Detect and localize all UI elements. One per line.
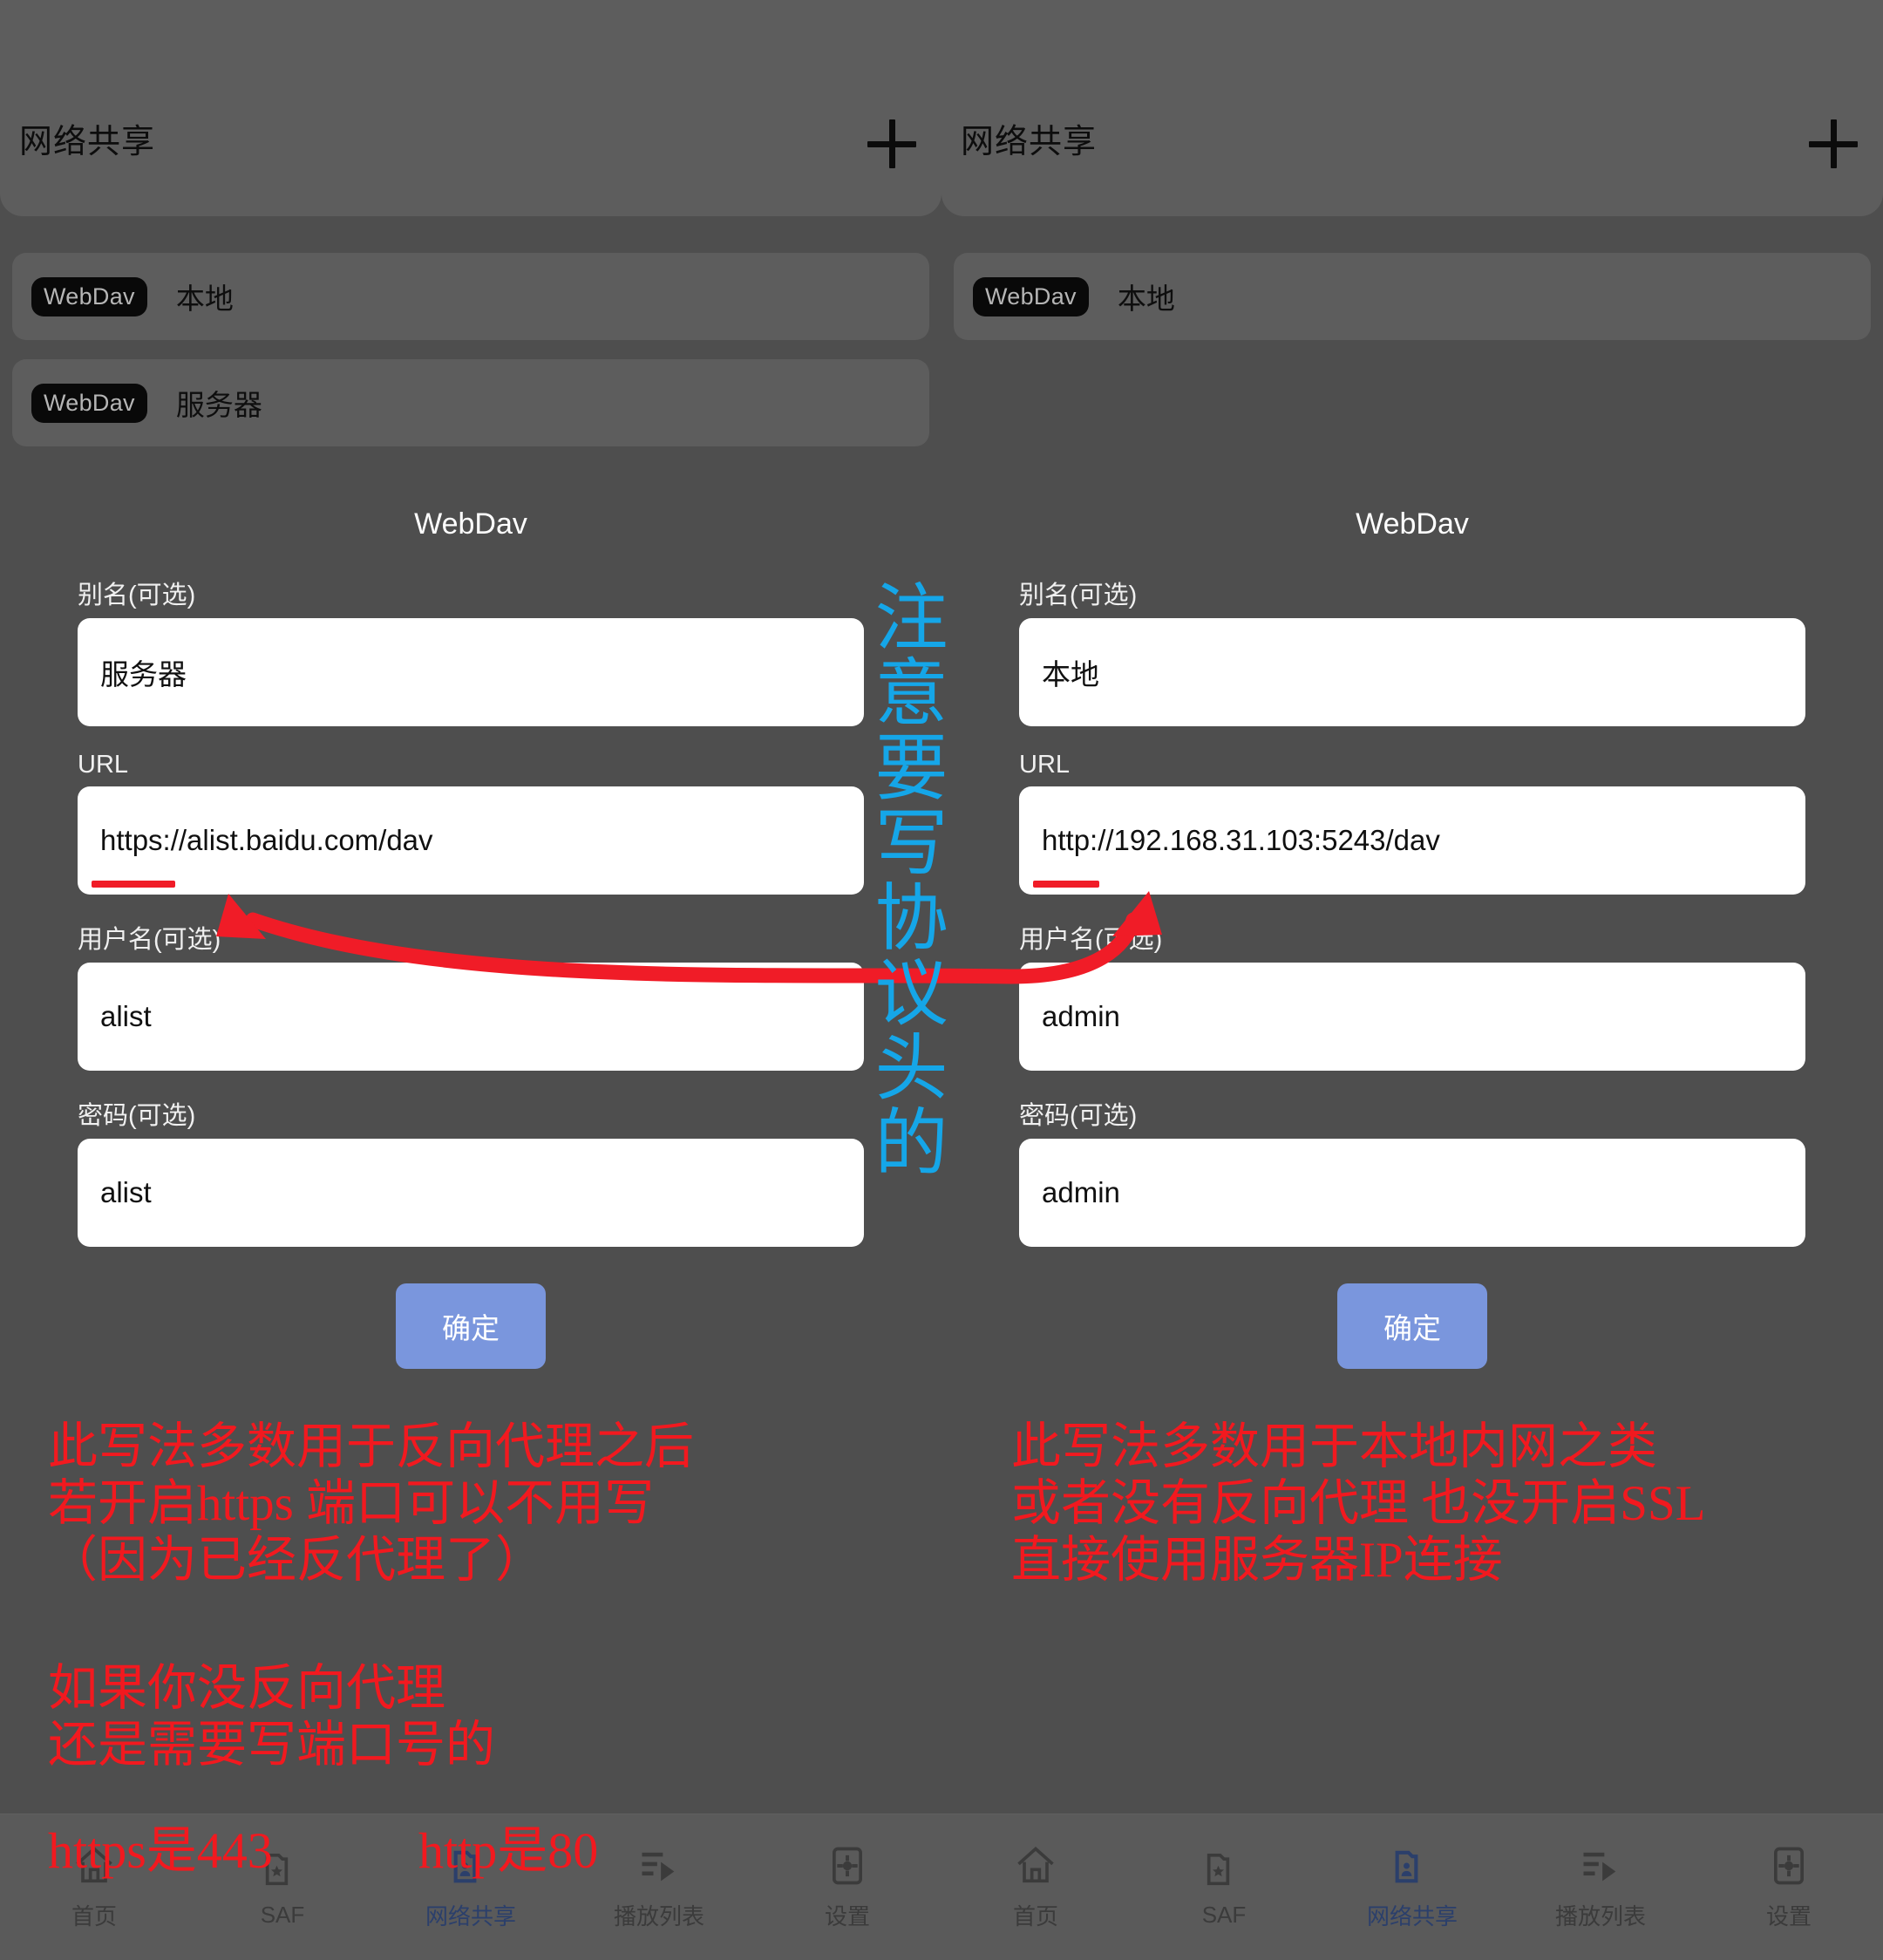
url-value: https://alist.baidu.com/dav bbox=[100, 824, 433, 856]
nav-label: 播放列表 bbox=[1554, 1903, 1646, 1929]
page-title: 网络共享 bbox=[961, 124, 1098, 160]
nav-item-saf[interactable]: SAF bbox=[1130, 1846, 1318, 1929]
share-list: WebDav 本地 WebDav 服务器 bbox=[0, 253, 942, 466]
bottom-navigation: 首页 SAF 网络共享 播放列表 设置 bbox=[942, 1814, 1883, 1960]
nav-item-home[interactable]: 首页 bbox=[942, 1843, 1130, 1931]
confirm-row: 确定 bbox=[942, 1283, 1883, 1369]
field-label: URL bbox=[78, 751, 129, 779]
list-item[interactable]: WebDav 服务器 bbox=[12, 359, 929, 446]
webdav-form: WebDav 别名(可选) 服务器 URL https://alist.baid… bbox=[0, 507, 942, 1369]
password-input[interactable]: alist bbox=[78, 1139, 864, 1247]
webdav-form: WebDav 别名(可选) 本地 URL http://192.168.31.1… bbox=[942, 507, 1883, 1369]
field-username: 用户名(可选) admin bbox=[1019, 919, 1805, 1071]
nav-item-playlist[interactable]: 播放列表 bbox=[565, 1843, 753, 1931]
field-alias: 别名(可选) 服务器 bbox=[78, 575, 864, 726]
bottom-navigation: 首页 SAF 网络共享 播放列表 设置 bbox=[0, 1814, 942, 1960]
field-url: URL http://192.168.31.103:5243/dav bbox=[1019, 751, 1805, 895]
nav-item-network-share[interactable]: 网络共享 bbox=[1318, 1843, 1506, 1931]
share-name: 本地 bbox=[175, 282, 234, 315]
field-label: 用户名(可选) bbox=[78, 926, 221, 954]
nav-item-playlist[interactable]: 播放列表 bbox=[1506, 1843, 1695, 1931]
left-screen: 网络共享 WebDav 本地 WebDav 服务器 WebDav 别名(可选) … bbox=[0, 0, 942, 1960]
alias-input[interactable]: 本地 bbox=[1019, 618, 1805, 726]
folder-user-icon bbox=[453, 1850, 477, 1883]
confirm-row: 确定 bbox=[0, 1283, 942, 1369]
form-title: WebDav bbox=[1356, 507, 1469, 541]
nav-item-saf[interactable]: SAF bbox=[188, 1846, 377, 1929]
password-input[interactable]: admin bbox=[1019, 1139, 1805, 1247]
nav-item-network-share[interactable]: 网络共享 bbox=[377, 1843, 565, 1931]
url-input[interactable]: https://alist.baidu.com/dav bbox=[78, 786, 864, 895]
folder-star-icon bbox=[265, 1853, 289, 1886]
confirm-button[interactable]: 确定 bbox=[1337, 1283, 1487, 1369]
nav-item-settings[interactable]: 设置 bbox=[753, 1843, 942, 1931]
list-item[interactable]: WebDav 本地 bbox=[12, 253, 929, 340]
page-title: 网络共享 bbox=[19, 124, 156, 160]
nav-label: 首页 bbox=[1012, 1903, 1058, 1929]
username-input[interactable]: alist bbox=[78, 963, 864, 1071]
confirm-button[interactable]: 确定 bbox=[396, 1283, 546, 1369]
playlist-icon bbox=[642, 1852, 675, 1882]
username-input[interactable]: admin bbox=[1019, 963, 1805, 1071]
nav-label: 网络共享 bbox=[1366, 1903, 1458, 1929]
home-icon bbox=[1017, 1847, 1054, 1883]
app-bar: 网络共享 bbox=[0, 0, 942, 216]
field-label: 密码(可选) bbox=[1019, 1102, 1138, 1130]
plus-icon[interactable] bbox=[861, 113, 922, 174]
protocol-underline-annotation bbox=[1033, 881, 1099, 888]
nav-label: 设置 bbox=[1765, 1903, 1812, 1929]
field-alias: 别名(可选) 本地 bbox=[1019, 575, 1805, 726]
list-item[interactable]: WebDav 本地 bbox=[954, 253, 1871, 340]
protocol-underline-annotation bbox=[92, 881, 175, 888]
folder-star-icon bbox=[1207, 1853, 1230, 1886]
screenshot-root: 网络共享 WebDav 本地 WebDav 服务器 WebDav 别名(可选) … bbox=[0, 0, 1883, 1960]
field-label: 用户名(可选) bbox=[1019, 926, 1163, 954]
app-bar: 网络共享 bbox=[942, 0, 1883, 216]
share-list: WebDav 本地 bbox=[942, 253, 1883, 359]
webdav-badge: WebDav bbox=[973, 276, 1089, 316]
nav-label: SAF bbox=[260, 1902, 305, 1928]
form-title: WebDav bbox=[414, 507, 527, 541]
nav-item-settings[interactable]: 设置 bbox=[1695, 1843, 1883, 1931]
nav-label: 网络共享 bbox=[425, 1903, 516, 1929]
nav-item-home[interactable]: 首页 bbox=[0, 1843, 188, 1931]
alias-input[interactable]: 服务器 bbox=[78, 618, 864, 726]
field-label: URL bbox=[1019, 751, 1071, 779]
field-label: 别名(可选) bbox=[1019, 582, 1138, 609]
url-value: http://192.168.31.103:5243/dav bbox=[1042, 824, 1440, 856]
field-password: 密码(可选) admin bbox=[1019, 1095, 1805, 1247]
right-screen: 网络共享 WebDav 本地 WebDav 别名(可选) 本地 URL http… bbox=[942, 0, 1883, 1960]
nav-label: 设置 bbox=[824, 1903, 870, 1929]
folder-user-icon bbox=[1395, 1850, 1418, 1883]
nav-label: SAF bbox=[1201, 1902, 1247, 1928]
url-input[interactable]: http://192.168.31.103:5243/dav bbox=[1019, 786, 1805, 895]
field-label: 别名(可选) bbox=[78, 582, 196, 609]
share-name: 服务器 bbox=[175, 389, 262, 421]
webdav-badge: WebDav bbox=[31, 276, 147, 316]
nav-label: 首页 bbox=[71, 1903, 117, 1929]
field-url: URL https://alist.baidu.com/dav bbox=[78, 751, 864, 895]
webdav-badge: WebDav bbox=[31, 383, 147, 423]
field-label: 密码(可选) bbox=[78, 1102, 196, 1130]
field-username: 用户名(可选) alist bbox=[78, 919, 864, 1071]
settings-gear-icon bbox=[1773, 1847, 1805, 1885]
playlist-icon bbox=[1583, 1852, 1616, 1882]
home-icon bbox=[76, 1847, 112, 1883]
settings-gear-icon bbox=[832, 1847, 863, 1885]
share-name: 本地 bbox=[1117, 282, 1175, 315]
nav-label: 播放列表 bbox=[613, 1903, 704, 1929]
plus-icon[interactable] bbox=[1803, 113, 1864, 174]
field-password: 密码(可选) alist bbox=[78, 1095, 864, 1247]
